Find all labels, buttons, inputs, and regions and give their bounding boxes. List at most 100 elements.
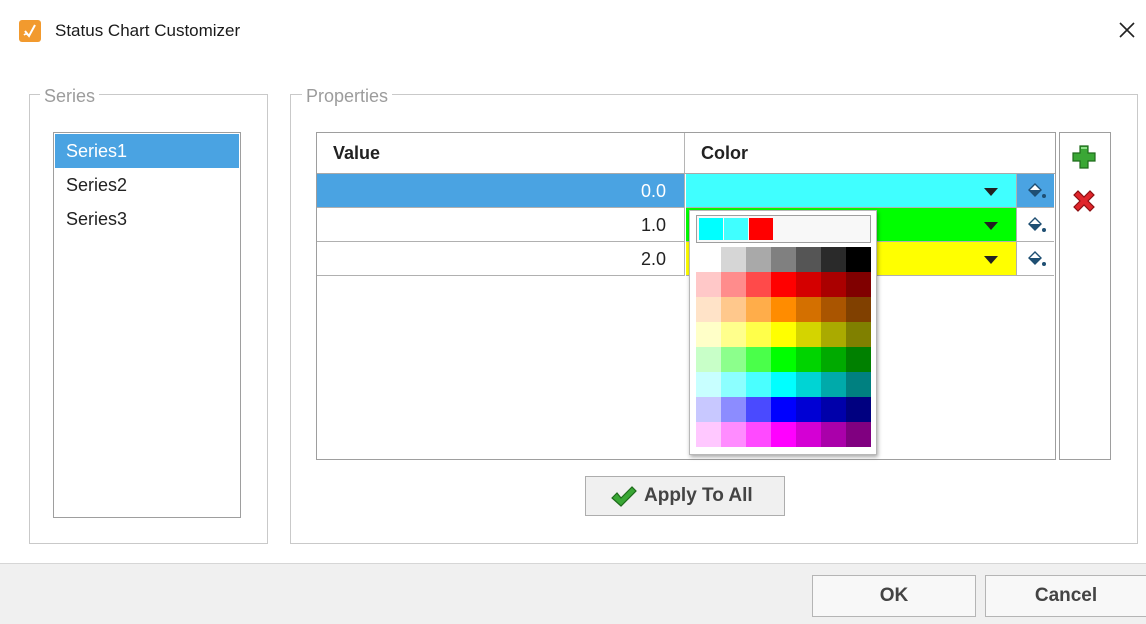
recent-color-swatch[interactable] bbox=[724, 218, 748, 240]
color-swatch[interactable] bbox=[771, 247, 796, 272]
ok-button[interactable]: OK bbox=[812, 575, 976, 617]
color-swatch[interactable] bbox=[796, 422, 821, 447]
color-swatch[interactable] bbox=[721, 247, 746, 272]
apply-to-all-label: Apply To All bbox=[644, 485, 753, 506]
checkmark-icon bbox=[611, 486, 637, 507]
table-row[interactable]: 0.0 bbox=[317, 174, 1055, 208]
color-swatch[interactable] bbox=[721, 397, 746, 422]
color-swatch[interactable] bbox=[696, 422, 721, 447]
table-header: Value Color bbox=[317, 133, 1055, 174]
color-swatch[interactable] bbox=[846, 347, 871, 372]
column-header-color[interactable]: Color bbox=[685, 133, 1055, 173]
color-swatch[interactable] bbox=[796, 322, 821, 347]
color-swatch[interactable] bbox=[771, 372, 796, 397]
chevron-down-icon[interactable] bbox=[984, 188, 998, 196]
color-swatch[interactable] bbox=[796, 272, 821, 297]
x-icon bbox=[1073, 190, 1095, 212]
column-header-value[interactable]: Value bbox=[317, 133, 685, 173]
series-list[interactable]: Series1 Series2 Series3 bbox=[53, 132, 241, 518]
window-title: Status Chart Customizer bbox=[55, 21, 241, 40]
color-swatch[interactable] bbox=[796, 347, 821, 372]
plus-icon bbox=[1072, 145, 1096, 169]
paint-bucket-icon bbox=[1028, 183, 1046, 198]
color-swatch[interactable] bbox=[796, 372, 821, 397]
color-swatch[interactable] bbox=[846, 247, 871, 272]
dialog-footer: OK Cancel bbox=[0, 563, 1146, 624]
color-swatch[interactable] bbox=[846, 272, 871, 297]
color-swatch[interactable] bbox=[746, 297, 771, 322]
brush-icon bbox=[19, 20, 41, 42]
color-swatch[interactable] bbox=[696, 322, 721, 347]
color-swatch[interactable] bbox=[771, 322, 796, 347]
paint-bucket-button[interactable] bbox=[1016, 174, 1054, 208]
value-cell[interactable]: 0.0 bbox=[317, 174, 685, 208]
color-swatch[interactable] bbox=[746, 272, 771, 297]
color-swatch[interactable] bbox=[821, 272, 846, 297]
recent-color-swatch[interactable] bbox=[699, 218, 723, 240]
properties-group-legend: Properties bbox=[302, 86, 393, 106]
value-cell[interactable]: 1.0 bbox=[317, 208, 685, 242]
color-swatch[interactable] bbox=[746, 247, 771, 272]
remove-row-button[interactable] bbox=[1069, 186, 1099, 216]
color-swatch[interactable] bbox=[771, 272, 796, 297]
series-list-item[interactable]: Series2 bbox=[55, 168, 239, 202]
color-swatch[interactable] bbox=[746, 397, 771, 422]
color-swatch[interactable] bbox=[821, 297, 846, 322]
color-swatch[interactable] bbox=[721, 322, 746, 347]
recent-color-swatch[interactable] bbox=[749, 218, 773, 240]
value-cell[interactable]: 2.0 bbox=[317, 242, 685, 276]
table-row[interactable]: 2.0 bbox=[317, 242, 1055, 276]
color-swatch[interactable] bbox=[846, 322, 871, 347]
color-cell[interactable] bbox=[686, 174, 1016, 208]
color-swatch[interactable] bbox=[696, 347, 721, 372]
color-swatch[interactable] bbox=[721, 372, 746, 397]
status-table: Value Color 0.0 1.0 2.0 bbox=[316, 132, 1056, 460]
color-swatch[interactable] bbox=[821, 322, 846, 347]
color-swatch[interactable] bbox=[771, 422, 796, 447]
color-swatch[interactable] bbox=[846, 422, 871, 447]
chevron-down-icon[interactable] bbox=[984, 256, 998, 264]
color-swatch[interactable] bbox=[746, 372, 771, 397]
color-swatch[interactable] bbox=[796, 247, 821, 272]
paint-bucket-icon bbox=[1028, 217, 1046, 232]
color-swatch[interactable] bbox=[821, 247, 846, 272]
color-swatch[interactable] bbox=[821, 347, 846, 372]
close-button[interactable] bbox=[1112, 15, 1142, 45]
color-swatch[interactable] bbox=[821, 372, 846, 397]
series-list-item[interactable]: Series3 bbox=[55, 202, 239, 236]
color-swatch[interactable] bbox=[821, 422, 846, 447]
color-palette-popup bbox=[689, 210, 877, 455]
color-swatch[interactable] bbox=[696, 272, 721, 297]
color-swatch[interactable] bbox=[721, 272, 746, 297]
color-swatch[interactable] bbox=[721, 347, 746, 372]
chevron-down-icon[interactable] bbox=[984, 222, 998, 230]
table-row[interactable]: 1.0 bbox=[317, 208, 1055, 242]
color-swatch[interactable] bbox=[821, 397, 846, 422]
color-swatch[interactable] bbox=[771, 397, 796, 422]
paint-bucket-button[interactable] bbox=[1016, 242, 1054, 276]
series-list-item[interactable]: Series1 bbox=[55, 134, 239, 168]
color-swatch[interactable] bbox=[696, 247, 721, 272]
color-swatch[interactable] bbox=[796, 297, 821, 322]
color-swatch[interactable] bbox=[771, 347, 796, 372]
color-swatch[interactable] bbox=[696, 372, 721, 397]
cancel-button[interactable]: Cancel bbox=[985, 575, 1146, 617]
color-swatch[interactable] bbox=[846, 397, 871, 422]
color-swatch[interactable] bbox=[696, 397, 721, 422]
row-actions-toolbar bbox=[1059, 132, 1111, 460]
color-swatch[interactable] bbox=[721, 297, 746, 322]
series-group-legend: Series bbox=[40, 86, 100, 106]
apply-to-all-button[interactable]: Apply To All bbox=[585, 476, 785, 516]
color-swatch[interactable] bbox=[796, 397, 821, 422]
color-swatch[interactable] bbox=[771, 297, 796, 322]
color-swatch[interactable] bbox=[746, 422, 771, 447]
color-swatch[interactable] bbox=[746, 347, 771, 372]
add-row-button[interactable] bbox=[1069, 142, 1099, 172]
color-swatch[interactable] bbox=[721, 422, 746, 447]
paint-bucket-button[interactable] bbox=[1016, 208, 1054, 242]
color-swatch[interactable] bbox=[846, 297, 871, 322]
recent-colors bbox=[696, 215, 871, 243]
color-swatch[interactable] bbox=[696, 297, 721, 322]
color-swatch[interactable] bbox=[846, 372, 871, 397]
color-swatch[interactable] bbox=[746, 322, 771, 347]
